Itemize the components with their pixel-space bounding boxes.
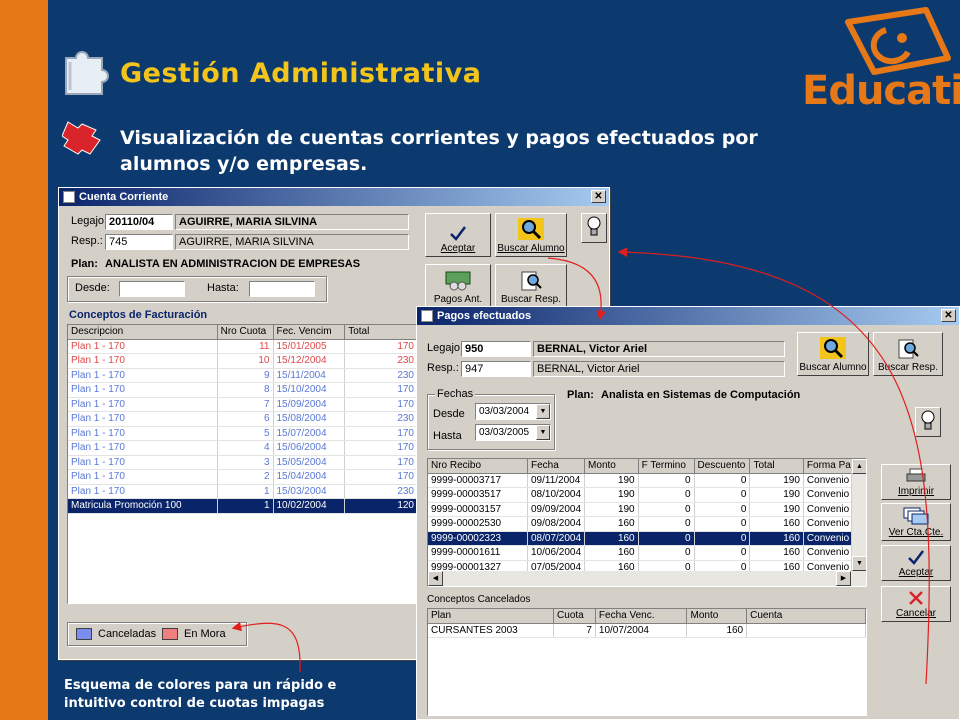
caption-line-1: Esquema de colores para un rápido e bbox=[64, 678, 337, 693]
annotation-arrows bbox=[231, 247, 930, 685]
arrow-to-pagos-window bbox=[547, 257, 606, 321]
arrow-to-legend bbox=[231, 621, 301, 673]
slide-caption: Esquema de colores para un rápido e intu… bbox=[64, 677, 336, 713]
caption-line-2: intuitivo control de cuotas impagas bbox=[64, 696, 325, 711]
arrow-to-lightbulb bbox=[617, 247, 930, 685]
